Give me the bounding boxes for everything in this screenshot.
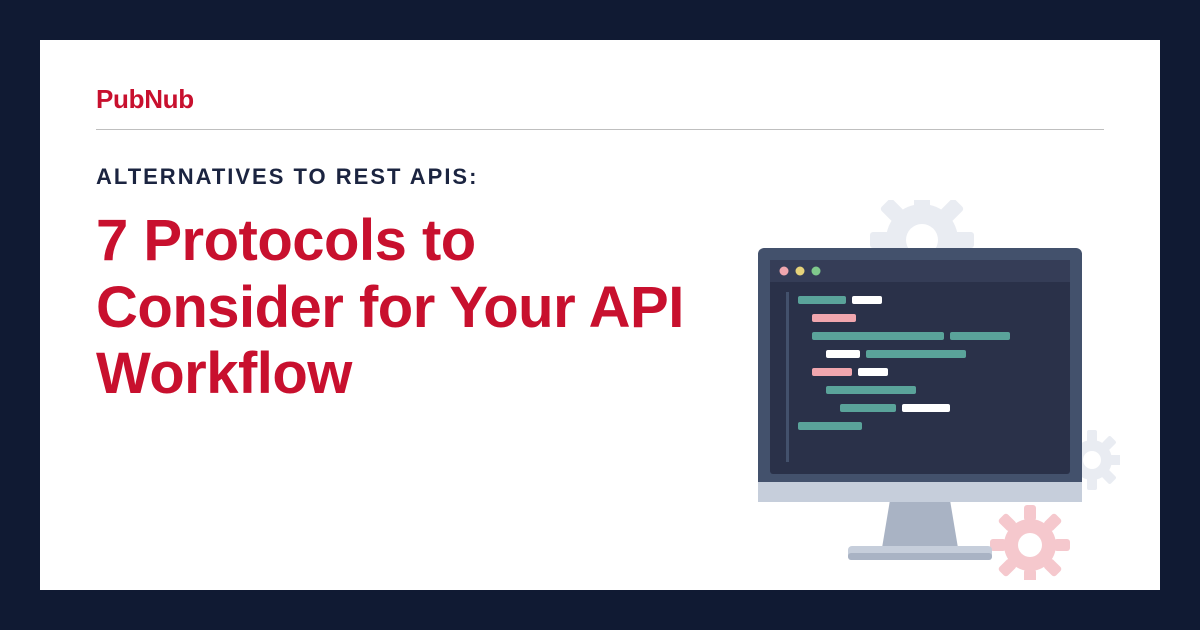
divider: [96, 129, 1104, 130]
monitor-icon: [758, 248, 1082, 502]
monitor-illustration: [730, 200, 1120, 580]
headline-text: 7 Protocols to Consider for Your API Wor…: [96, 208, 736, 408]
brand-logo: PubNub: [96, 84, 1104, 115]
window-dot-icon: [796, 267, 805, 276]
monitor-stand-icon: [848, 500, 992, 560]
content-card: PubNub ALTERNATIVES TO REST APIS: 7 Prot…: [40, 40, 1160, 590]
window-dot-icon: [780, 267, 789, 276]
window-dot-icon: [812, 267, 821, 276]
gear-icon: [973, 488, 1086, 580]
kicker-text: ALTERNATIVES TO REST APIS:: [96, 164, 1104, 190]
